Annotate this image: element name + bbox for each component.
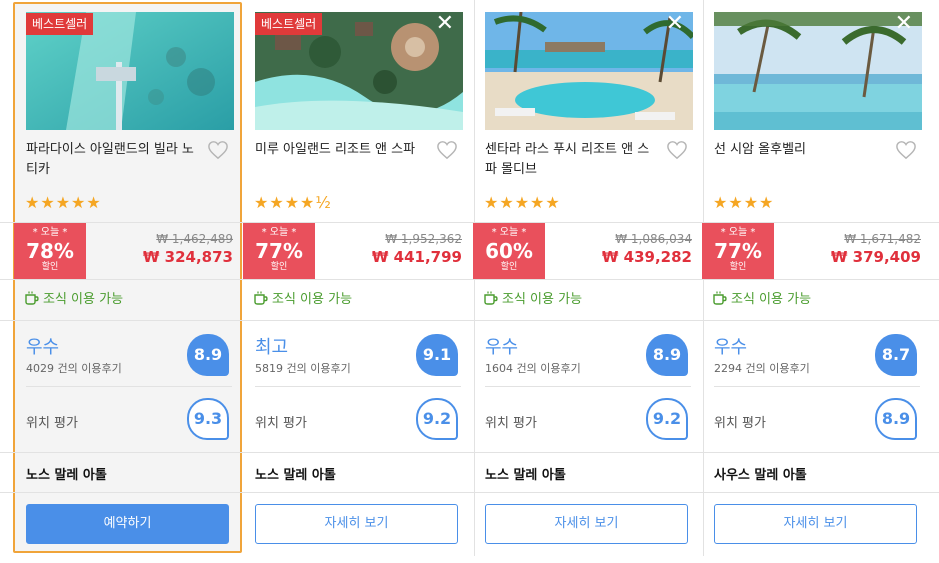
bestseller-badge: 베스트셀러: [26, 13, 94, 35]
hotel-area: 노스 말레 아톨: [485, 468, 566, 483]
star-rating: ★★★★: [713, 193, 775, 212]
star-rating: ★★★★½: [254, 193, 332, 212]
discount-percent: 78%: [26, 239, 74, 263]
review-count[interactable]: 1604 건의 이용후기: [485, 360, 581, 376]
breakfast-info: 조식 이용 가능: [712, 288, 811, 307]
deal-today-label: * 오늘 *: [720, 227, 756, 238]
hotel-area: 노스 말레 아톨: [255, 468, 336, 483]
location-score: 9.2: [646, 398, 688, 440]
divider: [714, 386, 920, 387]
rating-word: 우수: [485, 337, 519, 358]
hotel-name[interactable]: 센타라 라스 푸시 리조트 앤 스파 몰디브: [485, 140, 655, 180]
close-icon[interactable]: ✕: [666, 13, 684, 35]
deal-price[interactable]: ₩ 439,282: [602, 248, 692, 266]
breakfast-label: 조식 이용 가능: [43, 292, 124, 307]
location-score: 8.9: [875, 398, 917, 440]
hotel-card[interactable]: ✕ 선 시암 올후벨리 ★★★★ * 오늘 * 77% 할인 ₩ 1,671,4…: [702, 0, 931, 563]
deal-price[interactable]: ₩ 441,799: [372, 248, 462, 266]
review-score: 8.9: [646, 334, 688, 376]
review-count[interactable]: 4029 건의 이용후기: [26, 360, 122, 376]
view-details-button[interactable]: 자세히 보기: [485, 504, 688, 544]
hotel-photo[interactable]: [714, 12, 922, 130]
location-rating-label: 위치 평가: [485, 416, 537, 431]
coffee-cup-icon: [484, 291, 498, 305]
divider: [485, 386, 691, 387]
bestseller-badge: 베스트셀러: [255, 13, 323, 35]
discount-percent: 77%: [714, 239, 762, 263]
hotel-name[interactable]: 미루 아일랜드 리조트 앤 스파: [255, 140, 425, 160]
discount-badge: * 오늘 * 77% 할인: [243, 223, 315, 279]
original-price: ₩ 1,086,034: [615, 232, 692, 246]
location-score: 9.2: [416, 398, 458, 440]
rating-word: 우수: [26, 337, 60, 358]
coffee-cup-icon: [25, 291, 39, 305]
review-score: 9.1: [416, 334, 458, 376]
heart-icon[interactable]: [895, 140, 917, 160]
hotel-area: 사우스 말레 아톨: [714, 468, 807, 483]
location-rating-label: 위치 평가: [714, 416, 766, 431]
close-icon[interactable]: ✕: [436, 13, 454, 35]
deal-today-label: * 오늘 *: [32, 227, 68, 238]
original-price: ₩ 1,952,362: [385, 232, 462, 246]
review-count[interactable]: 5819 건의 이용후기: [255, 360, 351, 376]
breakfast-label: 조식 이용 가능: [272, 292, 353, 307]
discount-badge: * 오늘 * 78% 할인: [14, 223, 86, 279]
coffee-cup-icon: [713, 291, 727, 305]
review-score: 8.7: [875, 334, 917, 376]
divider: [26, 386, 232, 387]
breakfast-label: 조식 이용 가능: [502, 292, 583, 307]
deal-price[interactable]: ₩ 324,873: [143, 248, 233, 266]
deal-today-label: * 오늘 *: [491, 227, 527, 238]
view-details-button[interactable]: 자세히 보기: [255, 504, 458, 544]
close-icon[interactable]: ✕: [895, 13, 913, 35]
original-price: ₩ 1,671,482: [844, 232, 921, 246]
review-score: 8.9: [187, 334, 229, 376]
heart-icon[interactable]: [666, 140, 688, 160]
coffee-cup-icon: [254, 291, 268, 305]
location-score: 9.3: [187, 398, 229, 440]
discount-percent: 60%: [485, 239, 533, 263]
heart-icon[interactable]: [436, 140, 458, 160]
view-details-button[interactable]: 자세히 보기: [714, 504, 917, 544]
star-rating: ★★★★★: [25, 193, 102, 212]
hotel-card[interactable]: ✕ 센타라 라스 푸시 리조트 앤 스파 몰디브 ★★★★★ * 오늘 * 60…: [473, 0, 702, 563]
deal-today-label: * 오늘 *: [261, 227, 297, 238]
hotel-name[interactable]: 파라다이스 아일랜드의 빌라 노티카: [26, 140, 196, 180]
breakfast-info: 조식 이용 가능: [483, 288, 582, 307]
original-price: ₩ 1,462,489: [156, 232, 233, 246]
discount-label: 할인: [500, 262, 518, 272]
hotel-area: 노스 말레 아톨: [26, 468, 107, 483]
hotel-card[interactable]: 베스트셀러 파라다이스 아일랜드의 빌라 노티카 ★★★★★ * 오늘 * 78…: [14, 0, 243, 563]
discount-badge: * 오늘 * 60% 할인: [473, 223, 545, 279]
discount-label: 할인: [41, 262, 59, 272]
book-button[interactable]: 예약하기: [26, 504, 229, 544]
hotel-photo[interactable]: [485, 12, 693, 130]
location-rating-label: 위치 평가: [26, 416, 78, 431]
discount-label: 할인: [270, 262, 288, 272]
location-rating-label: 위치 평가: [255, 416, 307, 431]
heart-icon[interactable]: [207, 140, 229, 160]
star-rating: ★★★★★: [484, 193, 561, 212]
discount-label: 할인: [729, 262, 747, 272]
breakfast-info: 조식 이용 가능: [253, 288, 352, 307]
hotel-card[interactable]: 베스트셀러 ✕ 미루 아일랜드 리조트 앤 스파 ★★★★½ * 오늘 * 77…: [243, 0, 472, 563]
discount-badge: * 오늘 * 77% 할인: [702, 223, 774, 279]
deal-price[interactable]: ₩ 379,409: [831, 248, 921, 266]
breakfast-info: 조식 이용 가능: [24, 288, 123, 307]
discount-percent: 77%: [255, 239, 303, 263]
rating-word: 최고: [255, 337, 289, 358]
breakfast-label: 조식 이용 가능: [731, 292, 812, 307]
divider: [255, 386, 461, 387]
hotel-name[interactable]: 선 시암 올후벨리: [714, 140, 884, 160]
rating-word: 우수: [714, 337, 748, 358]
hotel-comparison-grid: 베스트셀러 파라다이스 아일랜드의 빌라 노티카 ★★★★★ * 오늘 * 78…: [0, 0, 939, 563]
review-count[interactable]: 2294 건의 이용후기: [714, 360, 810, 376]
